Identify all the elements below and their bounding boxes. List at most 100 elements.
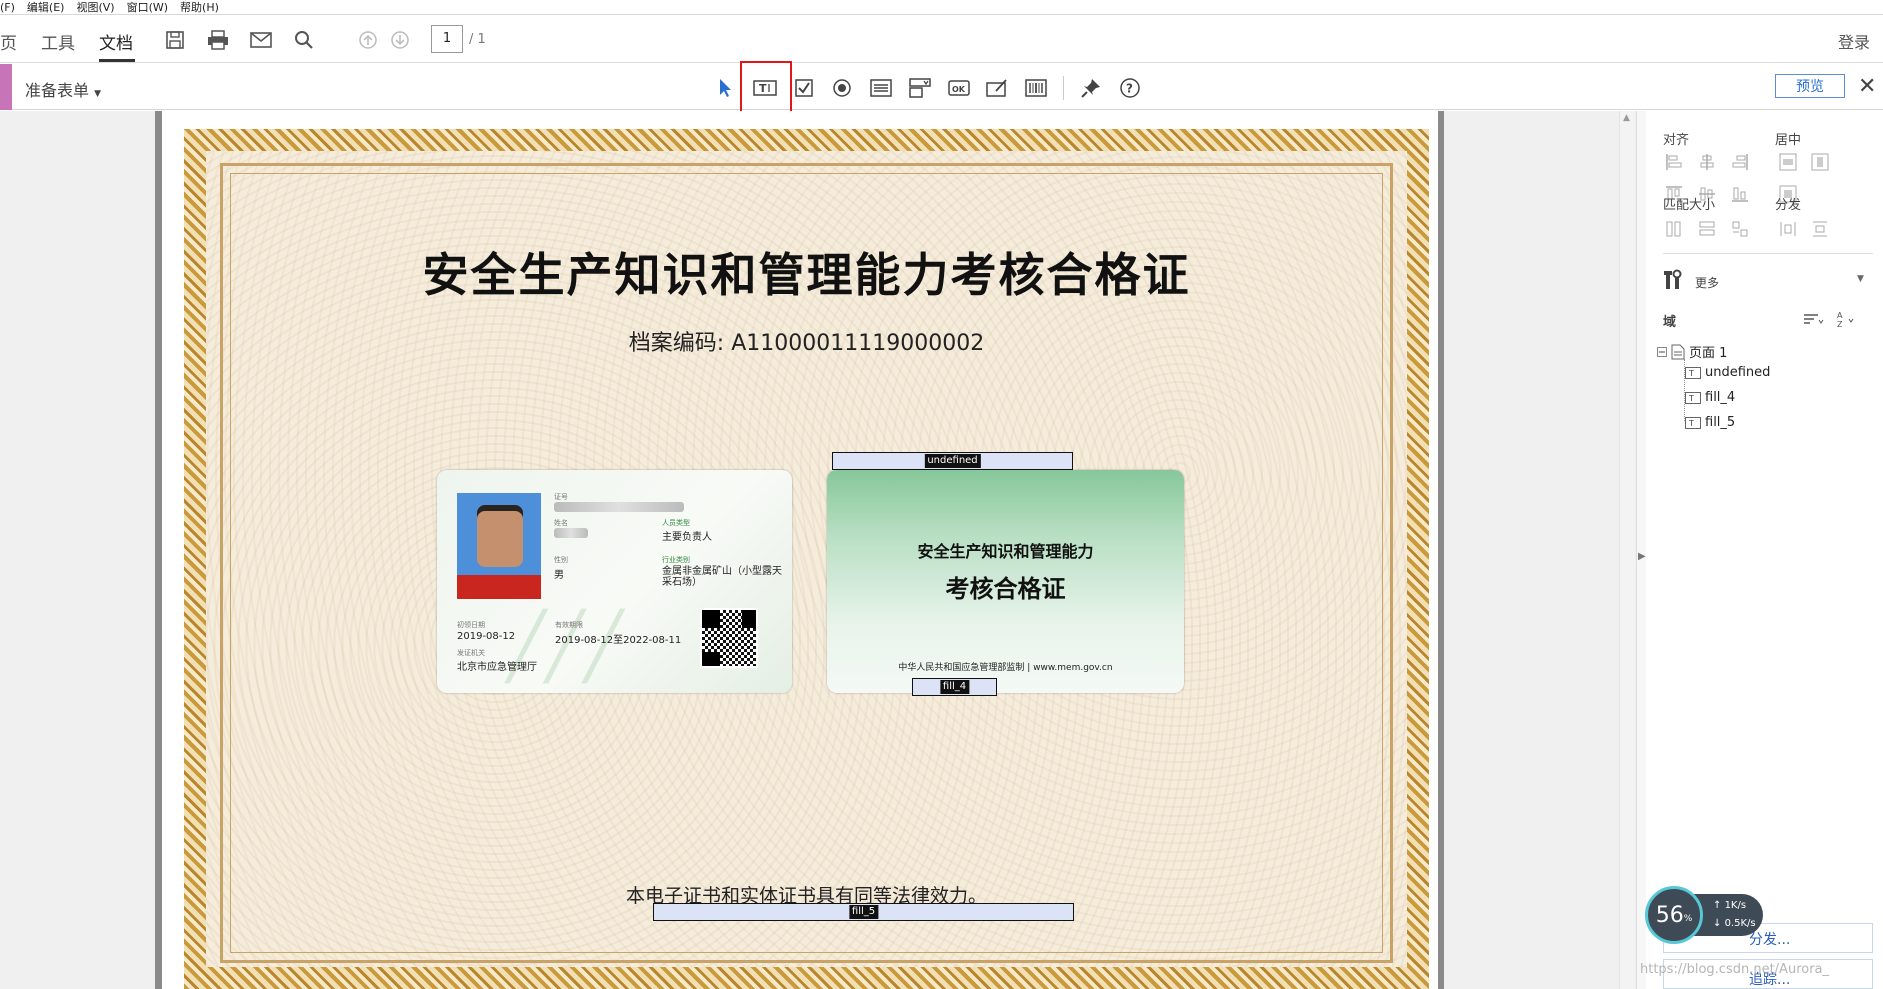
prepare-form-dropdown[interactable]: 准备表单 ▼ <box>25 77 101 101</box>
login-link[interactable]: 登录 <box>1838 29 1870 53</box>
close-icon[interactable]: ✕ <box>1858 74 1876 99</box>
industry-value: 金属非金属矿山（小型露天采石场） <box>662 566 782 588</box>
certificate: 安全生产知识和管理能力考核合格证 档案编码: A1100001111900000… <box>184 129 1429 989</box>
sort-icon[interactable] <box>1802 308 1824 330</box>
center-vertical-icon[interactable] <box>1809 151 1831 173</box>
form-field-fill-4[interactable]: fill_4 <box>912 678 997 696</box>
radio-button-icon[interactable] <box>829 75 855 101</box>
search-icon[interactable] <box>291 27 317 53</box>
industry-label: 行业类别 <box>662 556 690 564</box>
chevron-down-icon[interactable]: ▼ <box>1857 274 1864 284</box>
tab-document[interactable]: 文档 <box>99 29 133 54</box>
redacted-name <box>554 528 588 538</box>
panel-splitter[interactable]: ▶ <box>1636 111 1646 989</box>
menu-window[interactable]: 窗口(W) <box>127 0 168 15</box>
document-page: 安全生产知识和管理能力考核合格证 档案编码: A1100001111900000… <box>162 111 1438 989</box>
id-label: 证号 <box>554 493 568 501</box>
help-icon[interactable]: ? <box>1117 75 1143 101</box>
tab-home[interactable]: 页 <box>0 29 17 54</box>
prepare-form-label: 准备表单 <box>25 81 90 100</box>
button-ok-icon[interactable]: OK <box>946 75 972 101</box>
download-speed: ↓ 0.5K/s <box>1713 918 1756 929</box>
center-horizontal-icon[interactable] <box>1777 151 1799 173</box>
document-area: 安全生产知识和管理能力考核合格证 档案编码: A1100001111900000… <box>0 111 1643 989</box>
page-number-input[interactable]: 1 <box>431 25 463 53</box>
match-width-icon[interactable] <box>1663 218 1685 240</box>
menu-help[interactable]: 帮助(H) <box>180 0 219 15</box>
gender-label: 性别 <box>554 556 568 564</box>
select-arrow-icon[interactable] <box>712 75 738 101</box>
save-icon[interactable] <box>162 27 188 53</box>
field-label: fill_4 <box>939 680 970 694</box>
tree-item-undefined[interactable]: T undefined <box>1685 365 1770 380</box>
chevron-down-icon: ▼ <box>94 89 102 99</box>
form-field-undefined[interactable]: undefined <box>832 452 1073 470</box>
authority-label: 发证机关 <box>457 649 485 657</box>
tree-item-label: fill_5 <box>1705 415 1736 430</box>
align-center-h-icon[interactable] <box>1696 151 1718 173</box>
fields-label: 域 <box>1663 315 1677 330</box>
menu-view[interactable]: 视图(V) <box>76 0 114 15</box>
form-mode-accent <box>0 64 12 110</box>
menu-edit[interactable]: 编辑(E) <box>27 0 65 15</box>
panel-divider <box>1663 253 1873 254</box>
dropdown-icon[interactable] <box>907 75 933 101</box>
authority-value: 北京市应急管理厅 <box>457 662 537 673</box>
avatar <box>457 493 541 599</box>
archive-number: 档案编码: A11000011119000002 <box>628 331 985 356</box>
vertical-scrollbar[interactable]: ▲ <box>1619 111 1635 989</box>
gender-value: 男 <box>554 570 564 581</box>
tab-tools[interactable]: 工具 <box>41 29 75 54</box>
list-box-icon[interactable] <box>868 75 894 101</box>
svg-text:OK: OK <box>952 85 966 94</box>
valid-value: 2019-08-12至2022-08-11 <box>555 635 682 646</box>
svg-text:Z: Z <box>1837 320 1843 328</box>
active-tab-indicator <box>99 59 135 62</box>
barcode-icon[interactable] <box>1023 75 1049 101</box>
print-icon[interactable] <box>205 27 231 53</box>
field-label: fill_5 <box>848 905 879 919</box>
page-down-icon[interactable] <box>387 27 413 53</box>
signature-icon[interactable] <box>984 75 1010 101</box>
collapse-panel-icon[interactable]: ▶ <box>1638 551 1646 562</box>
svg-text:T: T <box>1688 394 1694 403</box>
align-left-icon[interactable] <box>1663 151 1685 173</box>
id-card-front: ╱╱╱ 证号 姓名 人员类型 主要负责人 性别 男 行业类别 金属非金属矿山（小… <box>437 470 792 693</box>
svg-text:A: A <box>1837 311 1843 320</box>
mail-icon[interactable] <box>248 27 274 53</box>
id-card-back: 安全生产知识和管理能力 考核合格证 中华人民共和国应急管理部监制 | www.m… <box>827 470 1184 693</box>
pin-icon[interactable] <box>1078 75 1104 101</box>
qr-code <box>700 608 758 668</box>
right-panel: 对齐 居中 匹配大小 分发 更多 ▼ 域 AZ 页面 1 T undefined… <box>1647 111 1883 989</box>
center-label: 居中 <box>1775 133 1802 148</box>
checkbox-icon[interactable] <box>791 75 817 101</box>
toolbar-separator <box>1063 76 1064 100</box>
network-speed-widget[interactable]: ↑ 1K/s ↓ 0.5K/s 56% <box>1645 886 1765 944</box>
person-type-value: 主要负责人 <box>662 532 712 543</box>
menu-file[interactable]: (F) <box>0 1 15 14</box>
match-both-icon[interactable] <box>1729 218 1751 240</box>
tree-root-label: 页面 1 <box>1689 346 1728 361</box>
text-field-icon[interactable]: T <box>752 75 778 101</box>
tree-item-fill-5[interactable]: T fill_5 <box>1685 415 1735 430</box>
tree-root[interactable]: 页面 1 <box>1657 342 1727 361</box>
more-label[interactable]: 更多 <box>1695 274 1719 291</box>
redacted-id <box>554 502 684 512</box>
page-up-icon[interactable] <box>355 27 381 53</box>
tree-item-label: undefined <box>1705 365 1771 380</box>
align-bottom-icon[interactable] <box>1729 183 1751 205</box>
align-right-icon[interactable] <box>1729 151 1751 173</box>
distribute-label: 分发 <box>1775 198 1802 213</box>
form-field-fill-5[interactable]: fill_5 <box>653 903 1074 921</box>
match-size-label: 匹配大小 <box>1663 198 1716 213</box>
tree-item-fill-4[interactable]: T fill_4 <box>1685 390 1735 405</box>
scroll-up-icon[interactable]: ▲ <box>1623 113 1630 123</box>
preview-button[interactable]: 预览 <box>1775 74 1845 98</box>
sort-alpha-icon[interactable]: AZ <box>1835 308 1857 330</box>
distribute-horizontal-icon[interactable] <box>1777 218 1799 240</box>
certificate-title: 安全生产知识和管理能力考核合格证 <box>422 248 1191 302</box>
app-window: (F) 编辑(E) 视图(V) 窗口(W) 帮助(H) 页 工具 文档 1 / … <box>0 0 1883 989</box>
tools-more-icon[interactable] <box>1663 269 1685 291</box>
distribute-vertical-icon[interactable] <box>1809 218 1831 240</box>
match-height-icon[interactable] <box>1696 218 1718 240</box>
